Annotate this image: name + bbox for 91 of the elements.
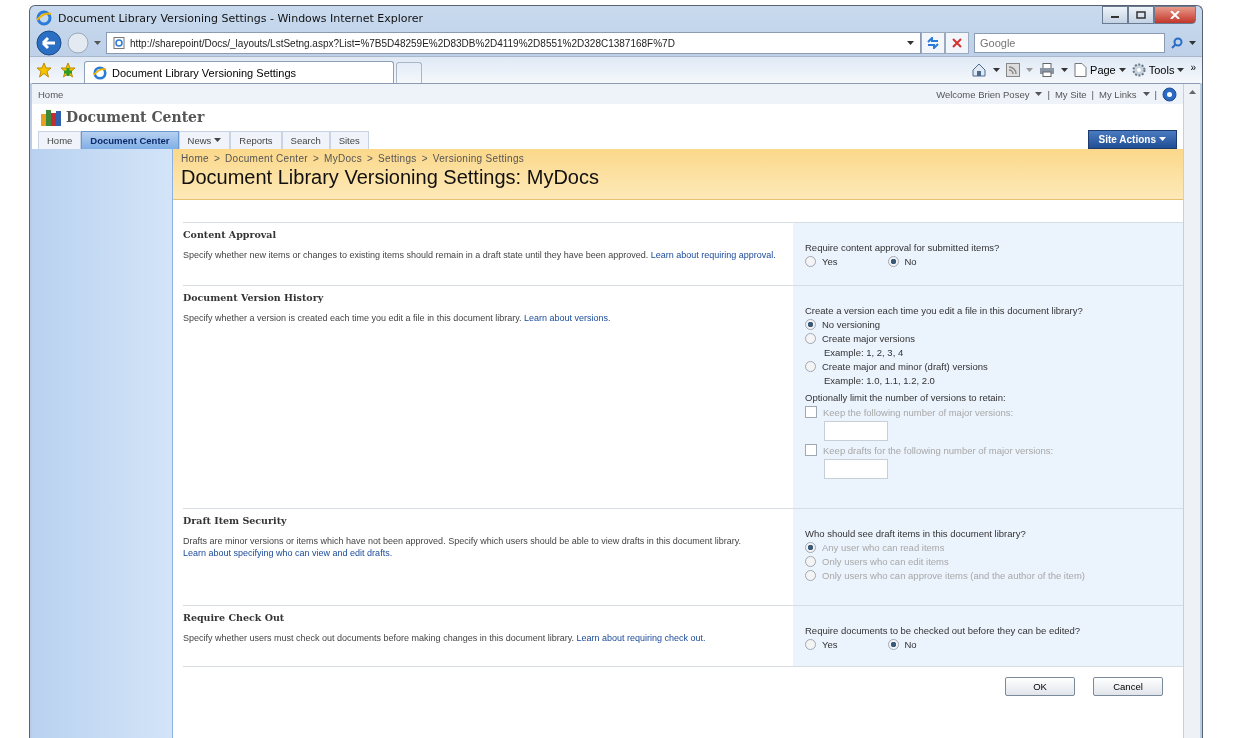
caret-icon[interactable]	[993, 67, 1001, 73]
caret-icon	[1177, 67, 1185, 73]
caret-icon[interactable]	[907, 40, 914, 46]
browser-logo-icon	[93, 65, 107, 80]
nav-tab[interactable]: Document Center	[81, 131, 179, 149]
form-button[interactable]: OK	[1005, 677, 1075, 696]
search-icon[interactable]	[1171, 37, 1183, 49]
separator-text: |	[1154, 88, 1157, 100]
section-title: Draft Item Security	[183, 515, 288, 526]
add-favorite-icon[interactable]	[60, 62, 76, 78]
radio-option[interactable]: Create major and minor (draft) versions	[805, 361, 988, 372]
minimize-button[interactable]	[1102, 6, 1128, 24]
section-description: Specify whether new items or changes to existing items should remain in a draft state until they have been approved. Learn about requiring approval.	[183, 249, 777, 262]
refresh-icon	[926, 37, 940, 49]
radio-option[interactable]: Yes	[805, 639, 838, 650]
user-menu-link[interactable]: My Site	[1054, 88, 1087, 100]
example-text: Example: 1, 2, 3, 4	[823, 347, 904, 358]
caret-icon[interactable]	[1061, 67, 1069, 73]
command-button[interactable]: Tools	[1131, 63, 1185, 77]
radio-option[interactable]: Yes	[805, 256, 838, 267]
section-title: Require Check Out	[183, 612, 286, 623]
user-menu-link[interactable]: My Links	[1099, 88, 1150, 100]
learn-more-link[interactable]: Learn about specifying who can view and edit drafts.	[183, 548, 393, 559]
separator-text: |	[1047, 88, 1050, 100]
help-icon[interactable]	[1162, 86, 1177, 102]
page-icon	[113, 37, 125, 49]
separator-text: |	[1091, 88, 1095, 100]
section-title: Document Version History	[183, 292, 325, 303]
breadcrumb-link[interactable]: Settings	[378, 153, 417, 164]
page-icon	[1074, 63, 1088, 77]
star-icon[interactable]	[36, 62, 52, 78]
nav-tab[interactable]: Reports	[230, 131, 282, 149]
breadcrumb-link[interactable]: Home	[181, 153, 209, 164]
command-button[interactable]: Page	[1074, 63, 1126, 77]
more-commands-button[interactable]: »	[1190, 62, 1196, 73]
maximize-button[interactable]	[1128, 6, 1154, 24]
caret-icon[interactable]	[1189, 40, 1196, 46]
radio-option[interactable]: No	[887, 256, 917, 267]
site-actions-button[interactable]: Site Actions	[1087, 130, 1177, 149]
refresh-button[interactable]	[921, 32, 945, 54]
back-icon[interactable]	[36, 30, 62, 56]
scroll-up-icon[interactable]	[1188, 90, 1196, 95]
section-description: Specify whether users must check out documents before making changes in this document library. Learn about requiring check out.	[183, 632, 707, 645]
nav-tab[interactable]: Home	[38, 131, 82, 149]
home-icon[interactable]	[971, 62, 988, 78]
section-description: Drafts are minor versions or items which have not been approved. Specify which users should be able to view drafts in this document library. Learn about specifying who can view and edit drafts.	[183, 535, 743, 560]
learn-more-link[interactable]: Learn about requiring approval.	[650, 250, 776, 260]
example-text: Example: 1.0, 1.1, 1.2, 2.0	[823, 375, 935, 386]
feed-icon[interactable]	[1006, 63, 1021, 77]
section-description: Specify whether a version is created each time you edit a file in this document library. Learn about versions.	[183, 312, 612, 325]
close-icon	[1170, 11, 1180, 19]
nav-tab[interactable]: News	[178, 131, 231, 149]
site-logo-icon	[40, 108, 62, 126]
page-title: Document Library Versioning Settings: MyDocs	[181, 166, 600, 189]
option-prompt: Create a version each time you edit a file in this document library?	[805, 305, 1083, 316]
option-prompt: Require documents to be checked out before they can be edited?	[805, 625, 1081, 636]
printer-icon[interactable]	[1039, 63, 1056, 77]
breadcrumb-separator: >	[421, 153, 428, 164]
option-prompt: Optionally limit the number of versions to retain:	[805, 392, 1006, 403]
breadcrumb-link[interactable]: Document Center	[225, 153, 308, 164]
radio-option[interactable]: Create major versions	[805, 333, 915, 344]
breadcrumb-link[interactable]: Versioning Settings	[432, 153, 525, 164]
breadcrumb-separator: >	[213, 153, 220, 164]
caret-icon	[1118, 67, 1126, 73]
site-title[interactable]: Document Center	[66, 109, 205, 125]
option-prompt: Require content approval for submitted items?	[805, 242, 1000, 253]
section-title: Content Approval	[183, 229, 278, 240]
scrollbar[interactable]	[1183, 84, 1200, 738]
learn-more-link[interactable]: Learn about versions.	[524, 313, 611, 323]
breadcrumb-link[interactable]: MyDocs	[324, 153, 362, 164]
top-link[interactable]: Home	[38, 88, 64, 100]
breadcrumb-separator: >	[312, 153, 320, 164]
breadcrumb-separator: >	[366, 153, 374, 164]
user-menu-link[interactable]: Welcome Brien Posey	[936, 88, 1043, 100]
stop-button[interactable]	[945, 32, 969, 54]
learn-more-link[interactable]: Learn about requiring check out.	[576, 633, 706, 643]
close-button[interactable]	[1154, 6, 1196, 24]
gear-icon	[1131, 63, 1146, 77]
window-title: Document Library Versioning Settings - Windows Internet Explorer	[58, 11, 424, 25]
form-button[interactable]: Cancel	[1093, 677, 1163, 696]
address-field[interactable]: http://sharepoint/Docs/_layouts/LstSetng.aspx?List=%7B5D48259E%2D83DB%2D4119%2D8551%2D328C1387168F%7D	[106, 32, 921, 54]
browser-tab[interactable]: Document Library Versioning Settings	[84, 61, 394, 83]
nav-tab[interactable]: Sites	[329, 131, 369, 149]
option-prompt: Who should see draft items in this document library?	[805, 528, 1026, 539]
radio-option[interactable]: No	[887, 639, 917, 650]
radio-option[interactable]: No versioning	[805, 319, 881, 330]
close-icon	[951, 37, 963, 49]
maximize-icon	[1136, 11, 1146, 19]
nav-tab[interactable]: Search	[281, 131, 330, 149]
search-field[interactable]: Google	[974, 33, 1165, 53]
browser-logo-icon	[36, 10, 52, 26]
